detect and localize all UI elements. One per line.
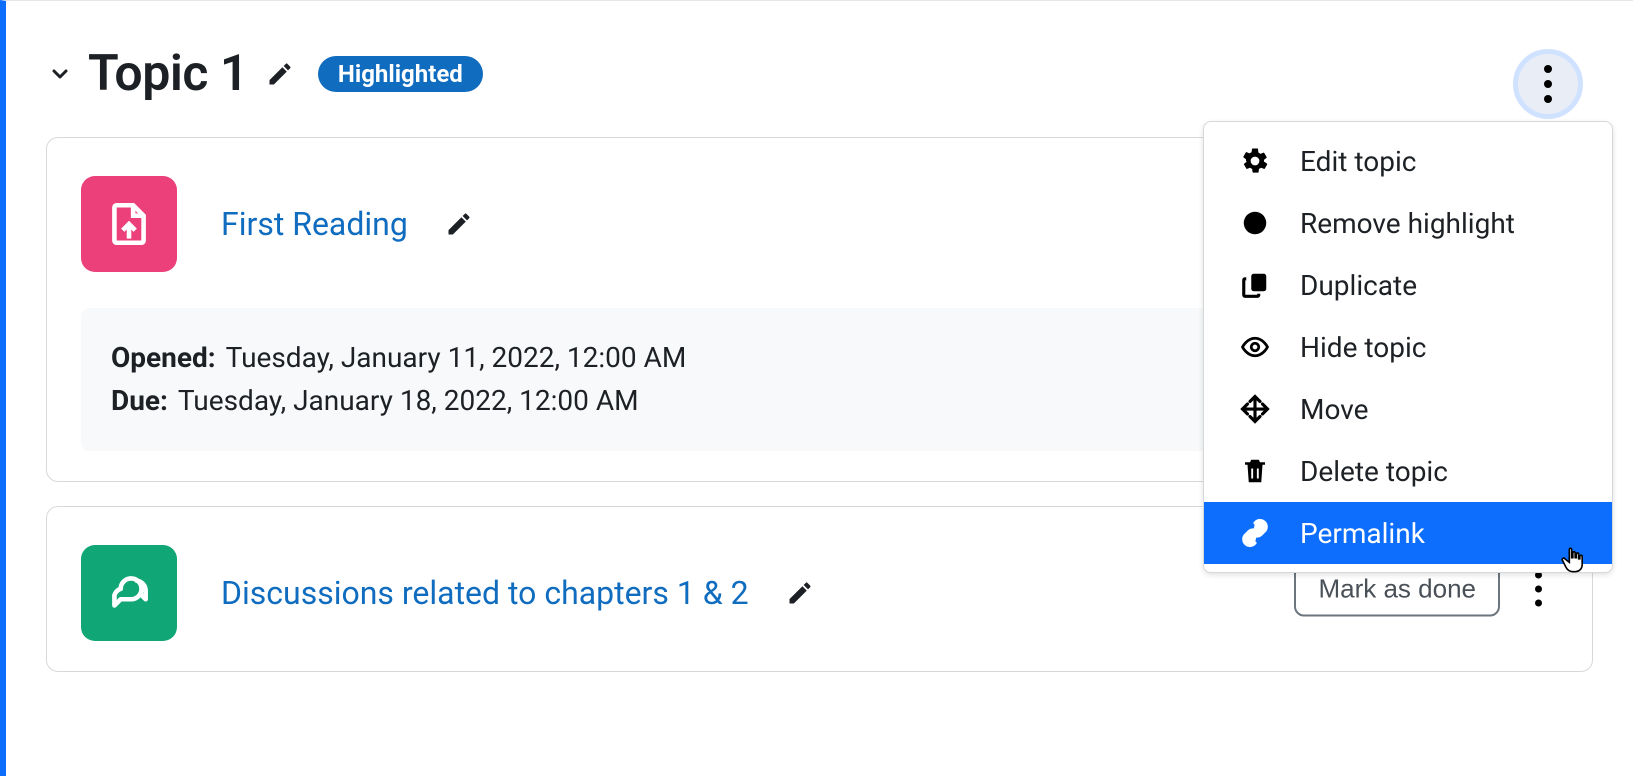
menu-label: Hide topic	[1300, 331, 1426, 364]
topic-title: Topic 1	[88, 45, 248, 103]
topic-actions-button[interactable]	[1513, 49, 1583, 119]
assignment-icon	[81, 176, 177, 272]
menu-label: Move	[1300, 393, 1368, 426]
menu-label: Permalink	[1300, 517, 1425, 550]
menu-duplicate[interactable]: Duplicate	[1204, 254, 1612, 316]
copy-icon	[1238, 268, 1272, 302]
due-label: Due:	[111, 379, 168, 422]
opened-label: Opened:	[111, 336, 216, 379]
circle-icon	[1238, 206, 1272, 240]
menu-label: Duplicate	[1300, 269, 1417, 302]
activity-title-link[interactable]: Discussions related to chapters 1 & 2	[221, 574, 749, 612]
menu-delete-topic[interactable]: Delete topic	[1204, 440, 1612, 502]
menu-permalink[interactable]: Permalink	[1204, 502, 1612, 564]
edit-activity-button[interactable]	[783, 576, 817, 610]
topic-section: Topic 1 Highlighted First Reading Opened…	[0, 0, 1633, 776]
kebab-icon	[1544, 65, 1552, 103]
edit-activity-button[interactable]	[442, 207, 476, 241]
activity-kebab-button[interactable]	[1518, 569, 1558, 609]
topic-actions-menu: Edit topic Remove highlight Duplicate Hi…	[1203, 121, 1613, 573]
section-header: Topic 1 Highlighted	[46, 45, 1593, 103]
eye-icon	[1238, 330, 1272, 364]
activity-title-link[interactable]: First Reading	[221, 205, 408, 243]
menu-move[interactable]: Move	[1204, 378, 1612, 440]
menu-label: Edit topic	[1300, 145, 1416, 178]
link-icon	[1238, 516, 1272, 550]
due-value: Tuesday, January 18, 2022, 12:00 AM	[178, 379, 639, 422]
trash-icon	[1238, 454, 1272, 488]
edit-title-button[interactable]	[262, 56, 298, 92]
collapse-chevron-icon[interactable]	[46, 60, 74, 88]
forum-icon	[81, 545, 177, 641]
highlighted-badge: Highlighted	[318, 56, 483, 92]
gear-icon	[1238, 144, 1272, 178]
menu-remove-highlight[interactable]: Remove highlight	[1204, 192, 1612, 254]
kebab-icon	[1535, 571, 1542, 606]
menu-label: Remove highlight	[1300, 207, 1515, 240]
opened-value: Tuesday, January 11, 2022, 12:00 AM	[226, 336, 687, 379]
menu-label: Delete topic	[1300, 455, 1448, 488]
menu-hide-topic[interactable]: Hide topic	[1204, 316, 1612, 378]
menu-edit-topic[interactable]: Edit topic	[1204, 130, 1612, 192]
move-icon	[1238, 392, 1272, 426]
